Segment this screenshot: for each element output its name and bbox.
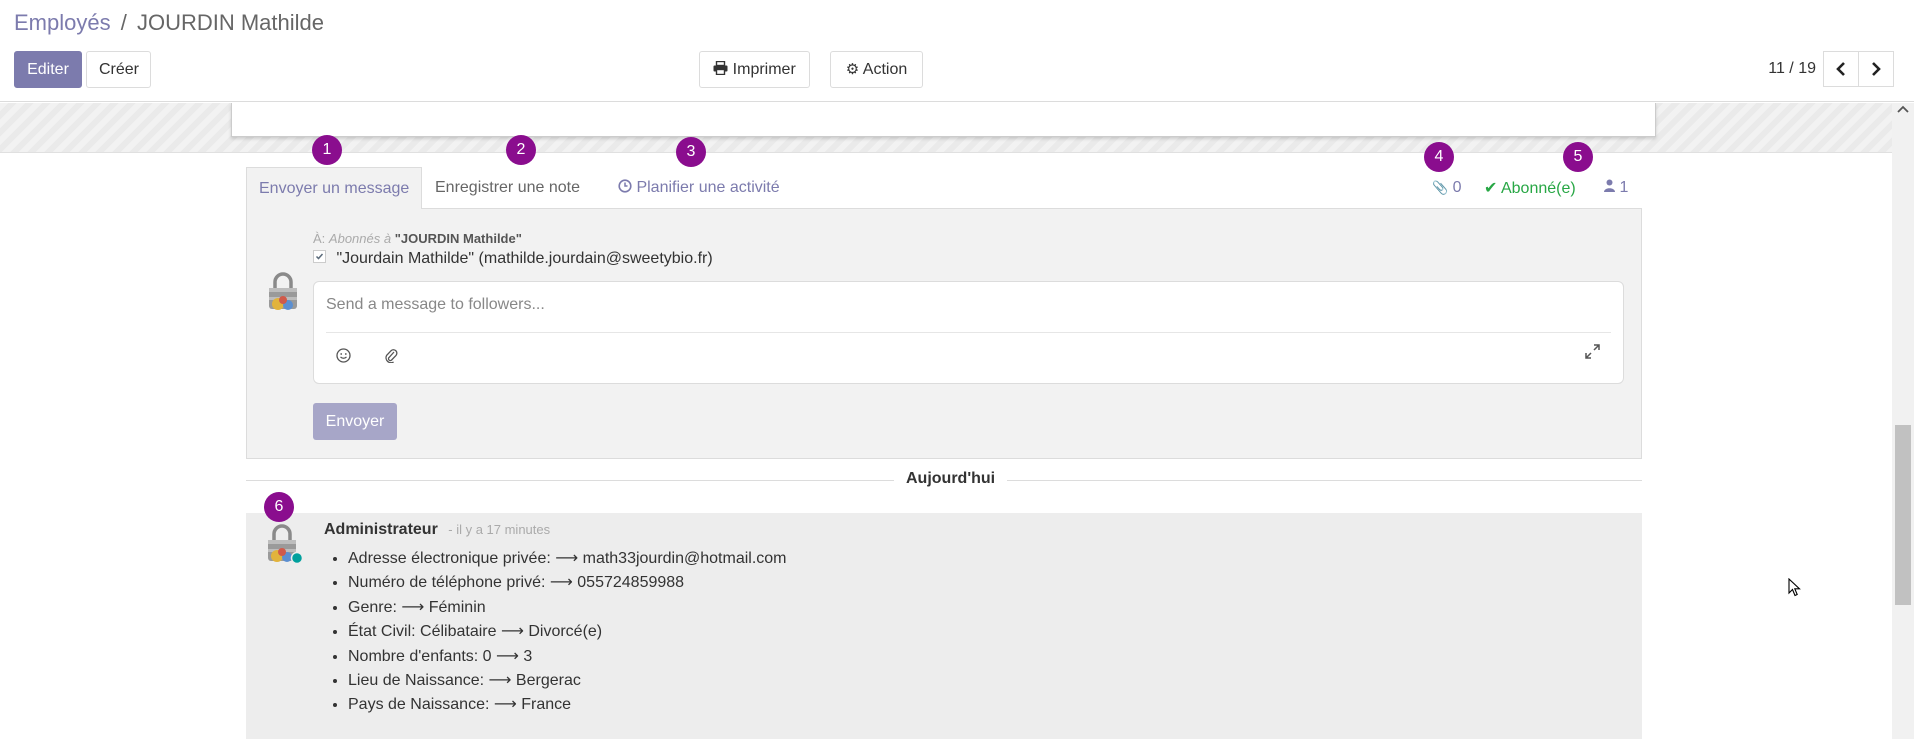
recipients-line: À: Abonnés à "JOURDIN Mathilde"	[313, 231, 522, 246]
message-author: Administrateur - il y a 17 minutes	[324, 521, 550, 539]
to-record: "JOURDIN Mathilde"	[394, 231, 522, 246]
annotation-marker-4: 4	[1424, 142, 1454, 172]
attachments-button[interactable]: 📎 0	[1432, 167, 1462, 209]
paperclip-icon: 📎	[1432, 181, 1449, 196]
breadcrumb-current: JOURDIN Mathilde	[136, 10, 325, 35]
breadcrumb-separator: /	[120, 10, 127, 35]
annotation-marker-5: 5	[1563, 142, 1593, 172]
expand-icon[interactable]	[1585, 344, 1600, 359]
emoji-icon[interactable]	[336, 348, 351, 363]
print-icon	[713, 60, 728, 75]
chatter-tabs: Envoyer un message Enregistrer une note …	[246, 167, 1642, 210]
to-prefix: Abonnés à	[328, 231, 392, 246]
edit-button[interactable]: Editer	[14, 51, 82, 88]
scroll-up-arrow-icon[interactable]	[1897, 105, 1909, 114]
scrollbar[interactable]	[1892, 103, 1914, 739]
control-panel: Employés / JOURDIN Mathilde Editer Créer…	[0, 0, 1914, 102]
tracking-change: Nombre d'enfants: 0 ⟶ 3	[348, 645, 787, 669]
pager-value[interactable]: 11 / 19	[1768, 60, 1816, 78]
chevron-left-icon	[1836, 62, 1845, 76]
chatter-message: Administrateur - il y a 17 minutes Adres…	[246, 513, 1642, 739]
annotation-marker-1: 1	[312, 135, 342, 165]
scrollbar-thumb[interactable]	[1895, 425, 1911, 605]
form-sheet	[231, 103, 1656, 137]
tracking-change: Pays de Naissance: ⟶ France	[348, 693, 787, 717]
attachments-count: 0	[1452, 179, 1462, 196]
tracking-change: Adresse électronique privée: ⟶ math33jou…	[348, 547, 787, 571]
user-avatar	[269, 272, 297, 310]
tab-log-note[interactable]: Enregistrer une note	[423, 167, 592, 210]
breadcrumb: Employés / JOURDIN Mathilde	[14, 10, 324, 36]
annotation-marker-6: 6	[264, 492, 294, 522]
tracking-change: Genre: ⟶ Féminin	[348, 596, 787, 620]
tracking-change: Numéro de téléphone privé: ⟶ 05572485998…	[348, 571, 787, 595]
send-button[interactable]: Envoyer	[313, 403, 397, 440]
check-icon: ✔	[1484, 178, 1498, 197]
message-composer: À: Abonnés à "JOURDIN Mathilde" "Jourdai…	[246, 209, 1642, 459]
day-separator-label: Aujourd'hui	[894, 470, 1008, 488]
recipient-checkbox[interactable]	[313, 250, 326, 264]
clock-icon	[618, 179, 636, 196]
day-separator: Aujourd'hui	[246, 467, 1642, 493]
tab-send-message[interactable]: Envoyer un message	[246, 167, 423, 210]
follow-button[interactable]: ✔ Abonné(e)	[1484, 167, 1576, 209]
print-button-label: Imprimer	[732, 61, 796, 78]
followers-button[interactable]: 1	[1604, 167, 1628, 209]
follow-status: Abonné(e)	[1500, 180, 1576, 197]
tracking-change: Lieu de Naissance: ⟶ Bergerac	[348, 669, 787, 693]
chevron-right-icon	[1872, 62, 1881, 76]
print-button[interactable]: Imprimer	[699, 51, 810, 88]
tab-schedule-activity[interactable]: Planifier une activité	[606, 167, 792, 210]
message-input[interactable]	[326, 290, 1596, 320]
tab-schedule-activity-label: Planifier une activité	[636, 179, 780, 196]
pager-next-button[interactable]	[1858, 51, 1894, 87]
recipient-label: "Jourdain Mathilde" (mathilde.jourdain@s…	[336, 250, 713, 267]
followers-count: 1	[1619, 179, 1629, 196]
annotation-marker-2: 2	[506, 135, 536, 165]
tracking-change: État Civil: Célibataire ⟶ Divorcé(e)	[348, 620, 787, 644]
message-time: - il y a 17 minutes	[448, 522, 551, 537]
to-label: À:	[313, 231, 326, 246]
message-box	[313, 281, 1624, 384]
tracking-changes: Adresse électronique privée: ⟶ math33jou…	[324, 547, 787, 718]
pager-previous-button[interactable]	[1823, 51, 1859, 87]
attach-file-icon[interactable]	[384, 348, 398, 363]
user-icon	[1604, 179, 1615, 193]
author-avatar[interactable]	[262, 521, 302, 565]
author-name[interactable]: Administrateur	[324, 521, 438, 538]
annotation-marker-3: 3	[676, 137, 706, 167]
breadcrumb-employees-link[interactable]: Employés	[14, 10, 111, 35]
form-content: Envoyer un message Enregistrer une note …	[0, 103, 1892, 739]
mouse-cursor-icon	[1788, 578, 1801, 597]
create-button[interactable]: Créer	[86, 51, 151, 88]
action-button[interactable]: ⚙ Action	[830, 51, 923, 88]
gear-icon: ⚙	[845, 60, 860, 78]
recipient-row: "Jourdain Mathilde" (mathilde.jourdain@s…	[313, 250, 713, 268]
message-box-divider	[326, 332, 1611, 333]
action-button-label: Action	[862, 61, 908, 78]
